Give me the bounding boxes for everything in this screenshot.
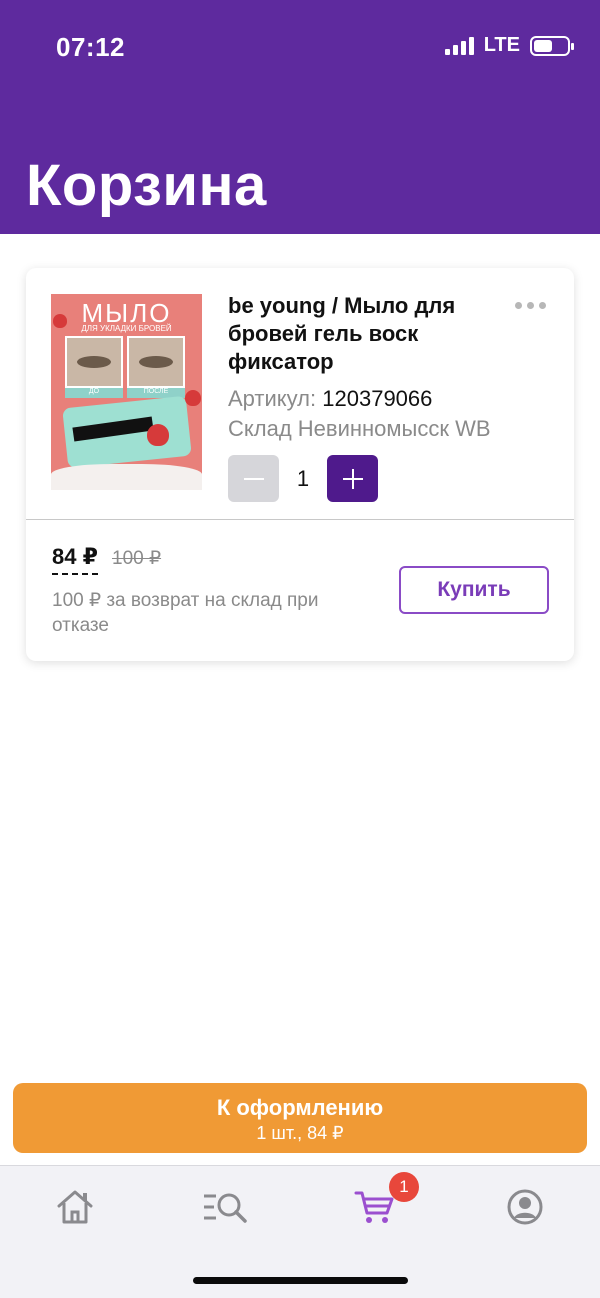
checkout-summary: 1 шт., 84 ₽ [256,1123,344,1143]
quantity-value: 1 [296,465,310,491]
strawberry-decoration [185,390,201,406]
tab-home[interactable] [50,1184,100,1230]
product-image[interactable]: МЫЛО ДЛЯ УКЛАДКИ БРОВЕЙ ДО ПОСЛЕ [51,294,202,490]
cart-item-card: МЫЛО ДЛЯ УКЛАДКИ БРОВЕЙ ДО ПОСЛЕ be youn… [26,268,574,661]
buy-button[interactable]: Купить [399,566,549,614]
quantity-increase-button[interactable] [327,455,378,502]
cloud-decoration [51,464,202,490]
before-photo [65,336,123,388]
quantity-decrease-button[interactable] [228,455,279,502]
after-photo [127,336,185,388]
strawberry-decoration [147,424,169,446]
cart-badge: 1 [389,1172,419,1202]
checkout-button[interactable]: К оформлению 1 шт., 84 ₽ [13,1083,587,1153]
tab-catalog[interactable] [200,1184,250,1230]
battery-icon [530,35,574,56]
page-title: Корзина [26,153,267,218]
home-icon [57,1190,93,1224]
more-options-icon[interactable] [515,302,546,309]
signal-icon [444,36,474,55]
header-bar: 07:12 LTE Корзина [0,0,600,234]
before-label: ДО [65,388,123,398]
strawberry-decoration [53,314,67,328]
return-fee-note: 100 ₽ за возврат на склад при отказе [52,590,319,636]
minus-icon [243,477,264,480]
checkout-title: К оформлению [216,1095,384,1120]
status-time: 07:12 [56,32,125,62]
article-number: Артикул: 120379066 [228,386,432,412]
product-image-subtitle: ДЛЯ УКЛАДКИ БРОВЕЙ [81,324,172,333]
card-divider [26,519,574,520]
home-indicator [193,1277,408,1284]
product-name[interactable]: be young / Мыло для бровей гель воск фик… [228,292,518,376]
profile-icon [507,1189,543,1225]
status-indicators: LTE [444,34,574,57]
current-price[interactable]: 84 ₽ [52,544,98,575]
catalog-search-icon [204,1193,247,1223]
network-label: LTE [483,34,520,56]
old-price: 100 ₽ [112,548,162,569]
warehouse-label: Склад Невинномысск WB [228,416,491,441]
tab-profile[interactable] [500,1184,550,1230]
article-value: 120379066 [322,386,433,411]
article-label: Артикул: [228,386,317,411]
